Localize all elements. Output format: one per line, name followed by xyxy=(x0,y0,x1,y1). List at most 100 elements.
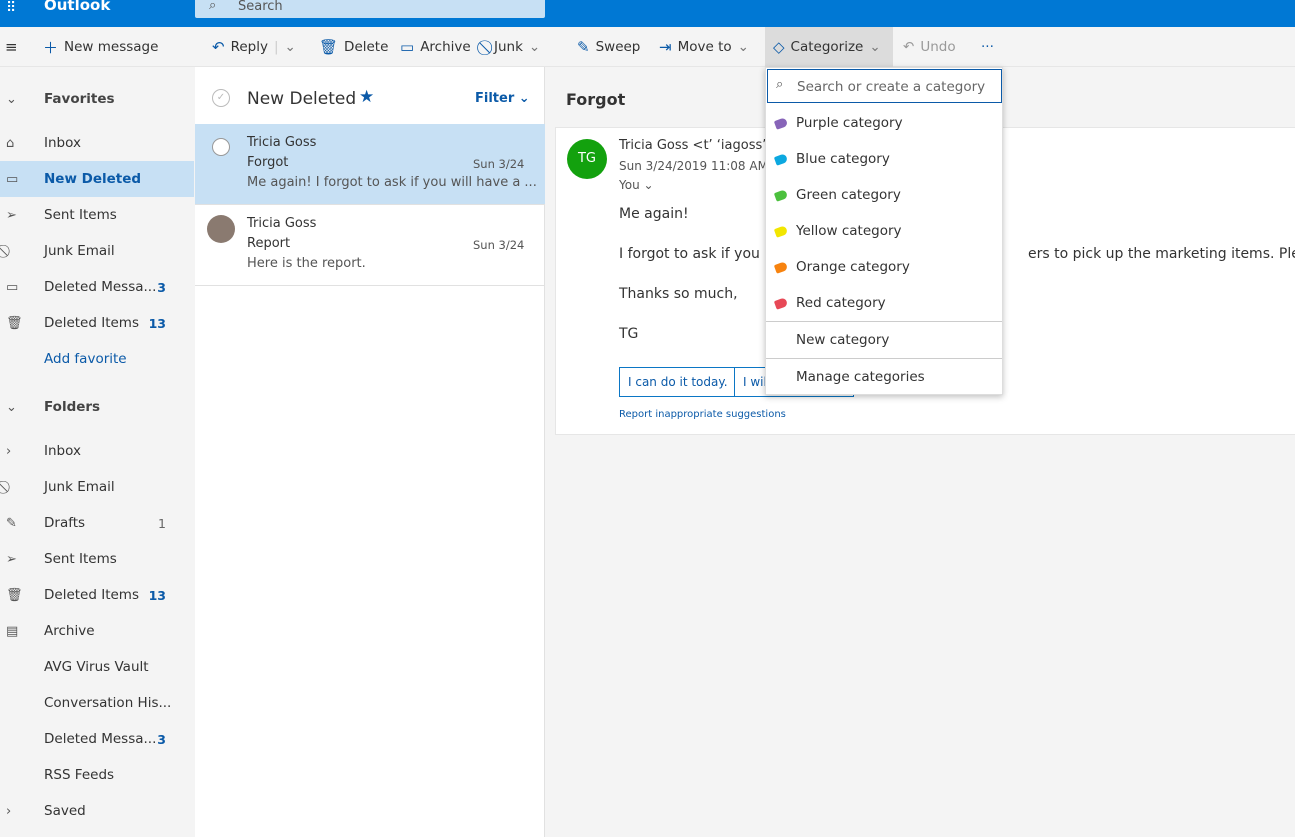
app-title: Outlook xyxy=(44,0,111,14)
chevron-down-icon: ⌄ xyxy=(6,91,17,107)
nav-item[interactable]: ➢ Sent Items xyxy=(0,541,194,577)
nav-item[interactable]: RSS Feeds xyxy=(0,757,194,793)
new-category-item[interactable]: New category xyxy=(766,322,1002,358)
category-tag-icon xyxy=(773,152,789,166)
chevron-down-icon: ⌄ xyxy=(528,39,541,55)
nav-item[interactable]: 🗑 Deleted Items 13 xyxy=(0,577,194,613)
report-suggestions-link[interactable]: Report inappropriate suggestions xyxy=(619,409,786,420)
pencil-icon: ✎ xyxy=(6,515,17,531)
label: RSS Feeds xyxy=(44,767,115,783)
unread-count: 1 xyxy=(158,515,166,531)
message-checkbox[interactable] xyxy=(212,138,230,156)
chevron-down-icon[interactable]: ⌄ xyxy=(285,39,296,55)
archive-icon: ▤ xyxy=(6,623,19,639)
label: Inbox xyxy=(44,135,81,151)
select-all-checkbox[interactable]: ✓ xyxy=(212,89,230,107)
junk-button[interactable]: ⃠Junk⌄ xyxy=(488,27,540,67)
nav-item[interactable]: ⃠Junk Email xyxy=(0,233,194,269)
category-item[interactable]: Red category xyxy=(766,285,1002,321)
nav-item[interactable]: ✎ Drafts 1 xyxy=(0,505,194,541)
label: Add favorite xyxy=(44,351,127,367)
reply-button[interactable]: ↶ Reply | ⌄ xyxy=(212,27,296,67)
folder-icon: ▭ xyxy=(6,279,19,295)
search-input[interactable]: Search xyxy=(238,0,283,14)
label: Manage categories xyxy=(796,369,925,385)
send-icon: ➢ xyxy=(6,207,17,223)
chevron-right-icon: › xyxy=(6,803,12,819)
label: Inbox xyxy=(44,443,81,459)
search-icon: ⌕ xyxy=(209,0,217,13)
suggested-reply-button[interactable]: I can do it today. xyxy=(619,367,737,397)
category-item[interactable]: Green category xyxy=(766,177,1002,213)
unread-count: 3 xyxy=(157,731,166,747)
category-item[interactable]: Yellow category xyxy=(766,213,1002,249)
label: Orange category xyxy=(796,259,910,275)
sweep-button[interactable]: ✎ Sweep xyxy=(577,27,640,67)
archive-button[interactable]: ▭ Archive xyxy=(400,27,471,67)
delete-button[interactable]: 🗑 Delete xyxy=(319,27,388,67)
label: Filter xyxy=(475,91,515,106)
category-search-input[interactable]: Search or create a category xyxy=(797,79,985,95)
nav-item[interactable]: ▭ New Deleted xyxy=(0,161,194,197)
message-item[interactable]: Tricia Goss Forgot Sun 3/24 Me again! I … xyxy=(195,124,545,205)
datetime: Sun 3/24/2019 11:08 AM xyxy=(619,159,768,173)
from[interactable]: Tricia Goss <t’ ‘iagoss’x xyxy=(619,138,774,153)
label: Conversation His... xyxy=(44,695,172,711)
avatar xyxy=(207,215,235,243)
message-item[interactable]: Tricia Goss Report Sun 3/24 Here is the … xyxy=(195,205,545,286)
nav-item[interactable]: 🗑 Deleted Items 13 xyxy=(0,305,194,341)
nav-item[interactable]: AVG Virus Vault xyxy=(0,649,194,685)
new-message-button[interactable]: ＋ New message xyxy=(43,27,158,67)
label: Green category xyxy=(796,187,901,203)
trash-icon: 🗑 xyxy=(319,38,339,56)
category-tag-icon xyxy=(773,188,789,202)
trash-icon: 🗑 xyxy=(6,315,23,331)
nav-item[interactable]: › Saved xyxy=(0,793,194,829)
folder-icon: ▭ xyxy=(6,171,19,187)
nav-item[interactable]: ➢ Sent Items xyxy=(0,197,194,233)
hamburger-icon[interactable]: ≡ xyxy=(5,27,18,67)
favorite-star-icon[interactable]: ★ xyxy=(359,87,374,107)
tag-icon: ◇ xyxy=(773,38,785,56)
label: Drafts xyxy=(44,515,86,531)
category-search[interactable]: ⌕ Search or create a category xyxy=(767,69,1002,103)
nav-item[interactable]: ▭ Deleted Messa... 3 xyxy=(0,269,194,305)
subject-heading: Forgot xyxy=(566,90,626,109)
list-title: New Deleted xyxy=(247,89,357,109)
plus-icon: ＋ xyxy=(43,38,59,57)
label: Favorites xyxy=(44,91,115,107)
label: Blue category xyxy=(796,151,890,167)
nav-item[interactable]: Deleted Messa... 3 xyxy=(0,721,194,757)
category-item[interactable]: Purple category xyxy=(766,105,1002,141)
label: New message xyxy=(64,39,159,55)
nav-item[interactable]: Conversation His... xyxy=(0,685,194,721)
category-item[interactable]: Blue category xyxy=(766,141,1002,177)
manage-categories-item[interactable]: Manage categories xyxy=(766,359,1002,395)
add-favorite-link[interactable]: Add favorite xyxy=(0,341,194,377)
nav-item[interactable]: ▤ Archive xyxy=(0,613,194,649)
recipients[interactable]: You ⌄ xyxy=(619,178,654,192)
nav-item[interactable]: › Inbox xyxy=(0,433,194,469)
label: Sent Items xyxy=(44,551,117,567)
label: Junk xyxy=(494,39,523,55)
move-to-button[interactable]: ⇥ Move to ⌄ xyxy=(659,27,749,67)
archive-icon: ▭ xyxy=(400,38,415,56)
categorize-button[interactable]: ◇ Categorize ⌄ xyxy=(765,27,893,67)
undo-button[interactable]: ↶ Undo xyxy=(903,27,956,67)
label: Archive xyxy=(420,39,471,55)
app-launcher-icon[interactable]: ⠿ xyxy=(6,0,16,16)
label: AVG Virus Vault xyxy=(44,659,149,675)
body-line: Thanks so much, xyxy=(619,286,738,302)
sender: Tricia Goss xyxy=(247,216,317,231)
more-button[interactable]: ··· xyxy=(981,27,994,67)
favorites-header[interactable]: ⌄ Favorites xyxy=(0,81,194,117)
search-box[interactable]: ⌕ Search xyxy=(195,0,545,18)
nav-item[interactable]: ⌂ Inbox xyxy=(0,125,194,161)
folders-header[interactable]: ⌄ Folders xyxy=(0,389,194,425)
filter-button[interactable]: Filter ⌄ xyxy=(475,91,530,106)
label: Deleted Messa... xyxy=(44,279,157,295)
label: Categorize xyxy=(790,39,864,55)
move-icon: ⇥ xyxy=(659,38,672,56)
category-item[interactable]: Orange category xyxy=(766,249,1002,285)
nav-item[interactable]: ⃠Junk Email xyxy=(0,469,194,505)
